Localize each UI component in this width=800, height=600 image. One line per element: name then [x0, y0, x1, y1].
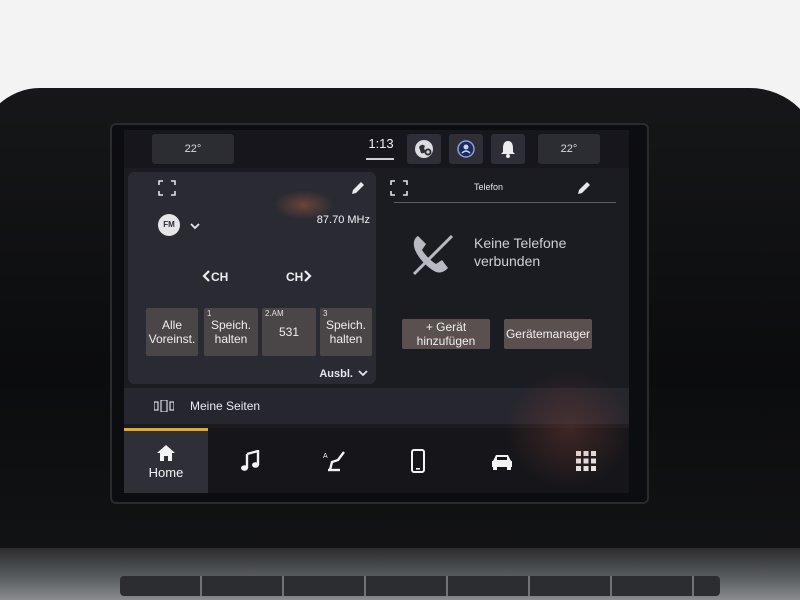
phone-divider [394, 202, 616, 203]
hide-presets-button[interactable]: Ausbl. [319, 368, 368, 380]
notification-bell-icon [501, 141, 515, 158]
edit-pencil-icon[interactable] [576, 180, 592, 196]
preset-number: 2.AM [265, 309, 284, 318]
hide-presets-label: Ausbl. [319, 368, 353, 380]
car-icon [492, 454, 512, 470]
dashboard-trim [0, 548, 800, 600]
channel-next-button[interactable]: CH [286, 270, 312, 284]
apps-grid-icon [576, 450, 596, 471]
preset-button-3[interactable]: 3 Speich. halten [320, 308, 372, 356]
nav-phone[interactable] [376, 428, 460, 493]
assistant-button[interactable] [449, 134, 483, 164]
add-device-button[interactable]: + Gerät hinzufügen [402, 319, 490, 349]
phone-disconnected-icon [412, 234, 454, 276]
nav-media[interactable] [208, 428, 292, 493]
nav-home-label: Home [148, 465, 184, 480]
preset-button-1[interactable]: 1 Speich. halten [204, 308, 258, 356]
smartphone-icon [411, 448, 425, 473]
preset-label: Speich. halten [325, 318, 367, 346]
preset-number: 1 [207, 309, 212, 318]
home-icon [157, 445, 175, 461]
preset-label: Speich. halten [210, 318, 252, 346]
seat-comfort-icon: A [323, 450, 345, 471]
svg-text:A: A [323, 453, 328, 460]
preset-all-button[interactable]: Alle Voreinst. [146, 308, 198, 356]
channel-next-label: CH [286, 270, 304, 284]
preset-button-2[interactable]: 2.AM 531 [262, 308, 316, 356]
preset-label: Alle Voreinst. [148, 318, 196, 346]
nav-vehicle[interactable] [460, 428, 544, 493]
add-device-label: + Gerät hinzufügen [416, 320, 476, 348]
nav-apps[interactable] [544, 428, 628, 493]
channel-prev-button[interactable]: CH [202, 270, 228, 284]
my-pages-bar[interactable]: Meine Seiten [124, 388, 629, 424]
chevron-down-icon [358, 370, 368, 377]
device-manager-label: Gerätemanager [505, 327, 591, 341]
nav-comfort[interactable]: A [292, 428, 376, 493]
my-pages-label: Meine Seiten [190, 399, 261, 413]
navigation-globe-button[interactable] [407, 134, 441, 164]
clock: 1:13 [368, 136, 394, 151]
expand-icon[interactable] [158, 180, 176, 196]
band-badge[interactable]: FM [158, 214, 180, 236]
preset-number: 3 [323, 309, 328, 318]
nav-home[interactable]: Home [124, 428, 208, 493]
chevron-left-icon [202, 270, 210, 282]
preset-label: 531 [278, 325, 300, 339]
pages-icon [154, 400, 174, 412]
frequency-display: 87.70 MHz [316, 214, 370, 226]
infotainment-display: 22° 1:13 22° FM 87.70 MHz CH CH Alle Vor… [124, 130, 629, 493]
hardware-key-row [120, 576, 720, 596]
chevron-down-icon[interactable] [190, 222, 200, 230]
channel-prev-label: CH [211, 270, 229, 284]
clock-underline [366, 158, 394, 160]
assistant-icon [457, 140, 475, 158]
edit-pencil-icon[interactable] [350, 180, 366, 196]
chevron-right-icon [304, 270, 312, 282]
expand-icon[interactable] [390, 180, 408, 196]
phone-widget[interactable]: Telefon Keine Telefone verbunden + Gerät… [384, 172, 629, 387]
notifications-button[interactable] [491, 134, 525, 164]
radio-widget[interactable]: FM 87.70 MHz CH CH Alle Voreinst. 1 Spei… [128, 172, 376, 384]
temperature-left-button[interactable]: 22° [152, 134, 234, 164]
music-note-icon [241, 449, 260, 471]
no-phone-message: Keine Telefone verbunden [474, 235, 567, 269]
device-manager-button[interactable]: Gerätemanager [504, 319, 592, 349]
navigation-globe-icon [415, 140, 433, 158]
temperature-right-button[interactable]: 22° [538, 134, 600, 164]
status-bar: 22° 1:13 22° [124, 130, 629, 168]
phone-title: Telefon [474, 182, 504, 192]
bottom-navigation: Home A [124, 428, 629, 493]
